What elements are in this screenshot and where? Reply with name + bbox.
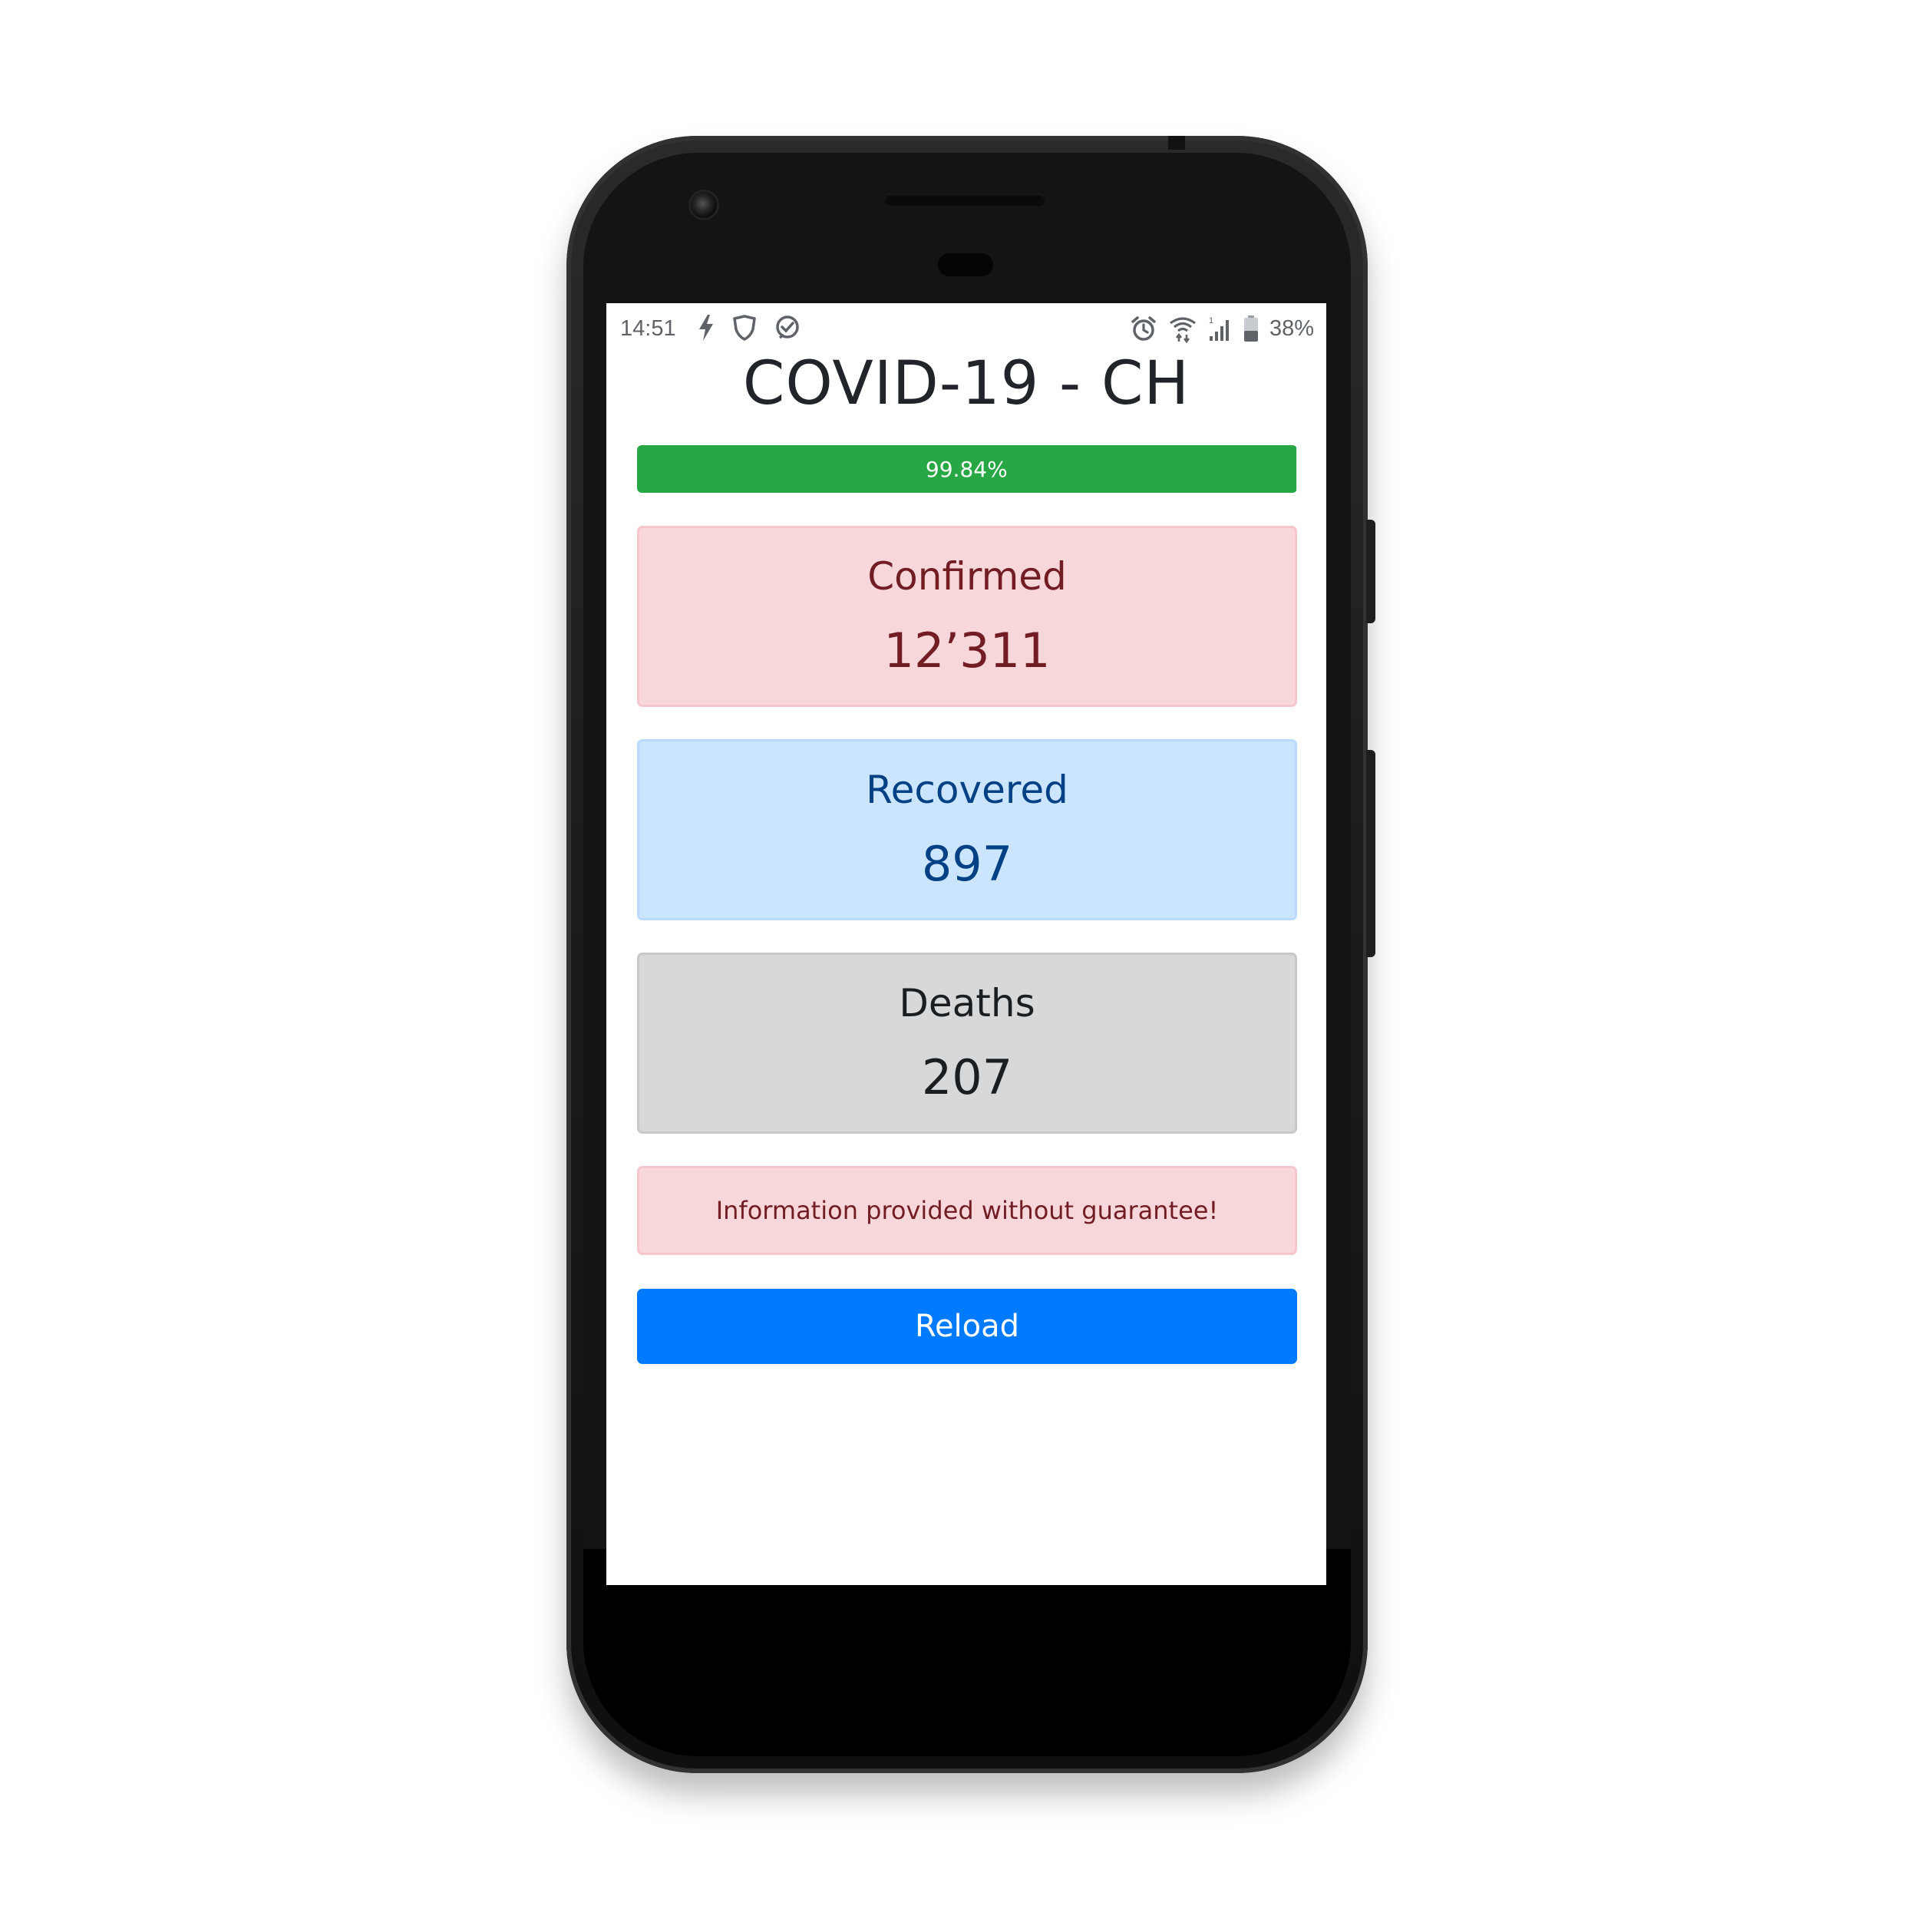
confirmed-label: Confirmed (867, 554, 1067, 599)
earpiece-speaker (884, 193, 1045, 206)
deaths-label: Deaths (899, 981, 1035, 1025)
clock-check-icon (774, 314, 801, 342)
proximity-sensor (938, 253, 993, 276)
status-bar: 14:51 1 38% (606, 303, 1326, 352)
recovered-card: Recovered 897 (637, 739, 1297, 920)
wifi-icon (1168, 314, 1197, 343)
flash-icon (697, 314, 715, 342)
battery-icon (1243, 315, 1259, 342)
deaths-card: Deaths 207 (637, 953, 1297, 1134)
battery-percentage: 38% (1269, 315, 1314, 341)
volume-button (1366, 750, 1375, 957)
recovered-label: Recovered (866, 768, 1068, 812)
phone-top-notch (1168, 136, 1185, 150)
recovered-value: 897 (921, 836, 1013, 892)
stage: 14:51 1 38% COVID-19 - CH 99.84% Confirm… (0, 0, 1928, 1932)
confirmed-card: Confirmed 12’311 (637, 526, 1297, 707)
deaths-value: 207 (921, 1049, 1013, 1105)
page-title: COVID-19 - CH (742, 349, 1190, 418)
disclaimer-alert: Information provided without guarantee! (637, 1166, 1297, 1255)
status-time: 14:51 (620, 316, 676, 341)
svg-text:1: 1 (1209, 316, 1213, 325)
signal-icon: 1 (1208, 315, 1233, 342)
status-right-icons: 1 38% (1130, 314, 1314, 343)
recovery-progress-bar: 99.84% (637, 445, 1297, 493)
confirmed-value: 12’311 (883, 623, 1051, 679)
app-screen: 14:51 1 38% COVID-19 - CH 99.84% Confirm… (606, 303, 1326, 1585)
shield-icon (732, 315, 757, 341)
alarm-icon (1130, 315, 1157, 342)
progress-fill: 99.84% (637, 445, 1296, 493)
reload-button[interactable]: Reload (637, 1289, 1297, 1364)
power-button (1366, 520, 1375, 623)
status-left-icons (697, 314, 801, 342)
front-camera (691, 192, 717, 218)
